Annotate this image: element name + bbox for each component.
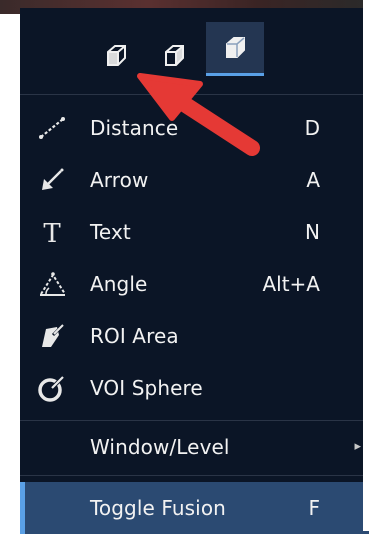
voi-sphere-icon: [34, 370, 70, 406]
menu-item-label: Angle: [90, 272, 148, 296]
menu-item-label: Distance: [90, 116, 179, 140]
text-tool-icon: T: [34, 214, 70, 250]
cube-view-2-icon: [165, 45, 184, 66]
menu-item-shortcut: D: [304, 116, 320, 140]
menu-item-shortcut: Alt+A: [262, 272, 320, 296]
roi-area-icon: [34, 318, 70, 354]
menu-item-label: Text: [90, 220, 131, 244]
cube-view-1-icon: [107, 45, 126, 66]
view-mode-bar: [20, 8, 369, 95]
arrow-tool-icon: [34, 162, 70, 198]
angle-icon: [34, 266, 70, 302]
view-mode-button-3[interactable]: [206, 22, 264, 76]
menu-item-shortcut: F: [308, 496, 320, 520]
menu-item-label: Arrow: [90, 168, 149, 192]
view-mode-button-1[interactable]: [98, 38, 134, 74]
submenu-chevron-icon: ▸: [354, 439, 361, 454]
menu-item-window-level[interactable]: Window/Level ▸: [20, 421, 369, 473]
menu-item-roi-area[interactable]: ROI Area: [20, 310, 369, 362]
menu-item-angle[interactable]: Angle Alt+A: [20, 258, 369, 310]
menu-item-distance[interactable]: Distance D: [20, 102, 369, 154]
view-mode-button-2[interactable]: [156, 38, 192, 74]
window-edge: [363, 0, 369, 531]
menu-item-arrow[interactable]: Arrow A: [20, 154, 369, 206]
svg-text:T: T: [43, 219, 61, 247]
menu-divider: [20, 475, 369, 476]
menu-item-shortcut: A: [306, 168, 320, 192]
menu-item-label: ROI Area: [90, 324, 179, 348]
menu-item-label: Toggle Fusion: [90, 496, 226, 520]
menu-item-toggle-fusion[interactable]: Toggle Fusion F: [20, 482, 369, 534]
menu-item-shortcut: N: [305, 220, 320, 244]
cube-view-3-icon: [226, 36, 245, 58]
context-menu: Distance D Arrow A T Text N Angle Alt+A …: [20, 8, 369, 534]
menu-item-text[interactable]: T Text N: [20, 206, 369, 258]
distance-icon: [34, 110, 70, 146]
menu-item-label: VOI Sphere: [90, 376, 203, 400]
menu-item-label: Window/Level: [90, 435, 230, 459]
menu-item-voi-sphere[interactable]: VOI Sphere: [20, 362, 369, 414]
